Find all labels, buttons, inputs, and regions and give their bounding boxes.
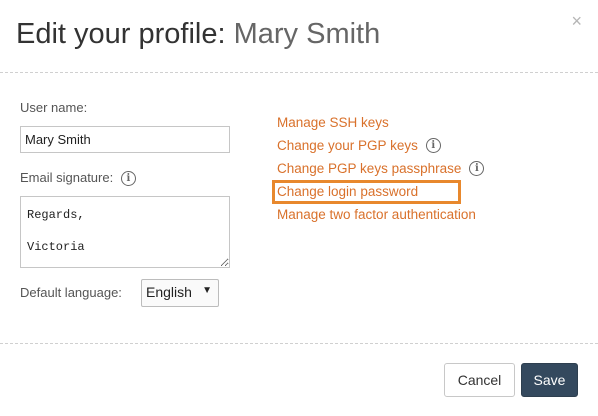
language-select[interactable]: English ▼ bbox=[141, 279, 219, 307]
dialog-footer: Cancel Save bbox=[0, 344, 598, 416]
dropdown-arrow-icon: ▼ bbox=[202, 285, 212, 296]
signature-textarea[interactable]: Regards, Victoria bbox=[20, 196, 230, 268]
change-pgp-passphrase-link[interactable]: Change PGP keys passphrase bbox=[277, 161, 461, 176]
pgp-info-icon[interactable]: i bbox=[425, 138, 441, 153]
close-icon[interactable]: × bbox=[571, 11, 582, 32]
pgp-keys-row: Change your PGP keys i bbox=[277, 138, 484, 161]
manage-two-factor-link[interactable]: Manage two factor authentication bbox=[277, 207, 484, 230]
signature-label: Email signature: bbox=[20, 170, 114, 185]
cancel-button[interactable]: Cancel bbox=[444, 363, 515, 397]
manage-ssh-keys-link[interactable]: Manage SSH keys bbox=[277, 115, 484, 138]
dialog-body: User name: Email signature: i Regards, V… bbox=[0, 73, 598, 344]
language-selected-value: English bbox=[146, 284, 192, 300]
signature-info-icon[interactable]: i bbox=[120, 171, 136, 187]
dialog-header: Edit your profile: Mary Smith × bbox=[0, 0, 598, 73]
account-links: Manage SSH keys Change your PGP keys i Ch… bbox=[277, 115, 485, 230]
language-label: Default language: bbox=[20, 285, 122, 300]
signature-label-row: Email signature: i bbox=[20, 170, 136, 187]
username-input[interactable] bbox=[20, 126, 230, 153]
dialog-title: Edit your profile: Mary Smith bbox=[16, 18, 380, 51]
save-button[interactable]: Save bbox=[521, 363, 578, 397]
title-username: Mary Smith bbox=[233, 18, 381, 50]
change-pgp-keys-link[interactable]: Change your PGP keys bbox=[277, 138, 418, 153]
pgp-passphrase-info-icon[interactable]: i bbox=[469, 161, 485, 176]
change-login-password-link[interactable]: Change login password bbox=[277, 184, 484, 207]
title-prefix: Edit your profile: bbox=[16, 18, 226, 50]
pgp-passphrase-row: Change PGP keys passphrase i bbox=[277, 161, 485, 184]
username-label: User name: bbox=[20, 100, 88, 115]
edit-profile-dialog: Edit your profile: Mary Smith × User nam… bbox=[0, 0, 598, 416]
